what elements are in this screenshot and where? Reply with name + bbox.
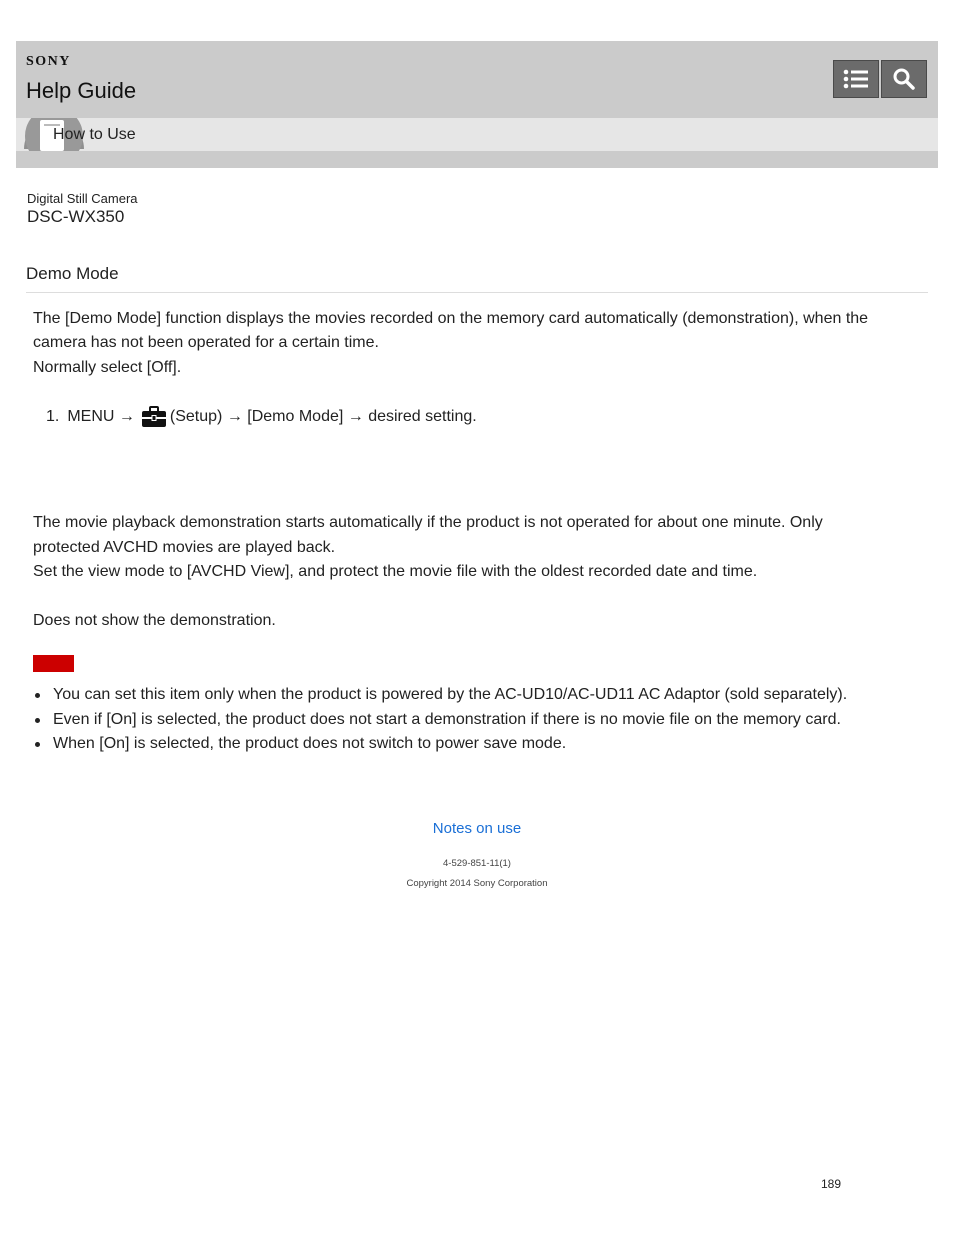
breadcrumb-how-to-use[interactable]: How to Use bbox=[53, 126, 136, 144]
note-text: You can set this item only when the prod… bbox=[53, 686, 848, 703]
note-text: When [On] is selected, the product does … bbox=[53, 735, 567, 752]
list-icon bbox=[843, 69, 868, 89]
on-description-line-3: Set the view mode to [AVCHD View], and p… bbox=[33, 563, 758, 580]
help-guide-title: Help Guide bbox=[26, 78, 137, 103]
step-text-setup: (Setup) → [Demo Mode] → desired setting. bbox=[169, 408, 477, 425]
off-description: Does not show the demonstration. bbox=[33, 612, 276, 629]
intro-line-2: camera has not been operated for a certa… bbox=[33, 334, 379, 351]
note-marker bbox=[33, 655, 74, 672]
bullet-icon bbox=[35, 717, 40, 723]
related-link-notes-on-use[interactable]: Notes on use bbox=[0, 820, 954, 837]
on-description-line-1: The movie playback demonstration starts … bbox=[33, 514, 823, 531]
header-bar: SONY Help Guide bbox=[16, 41, 938, 118]
toolbox-icon bbox=[141, 406, 166, 427]
search-icon bbox=[893, 68, 915, 90]
intro-line-3: Normally select [Off]. bbox=[33, 359, 182, 376]
bullet-icon bbox=[35, 742, 40, 747]
table-of-contents-button[interactable] bbox=[833, 60, 879, 98]
notes-list: You can set this item only when the prod… bbox=[33, 683, 847, 757]
step-number: 1. bbox=[46, 408, 60, 425]
subbar-divider bbox=[16, 151, 938, 168]
page-number: 189 bbox=[821, 1177, 842, 1191]
procedure-step: 1. MENU → (Setup) → [Demo Mode] → desire… bbox=[46, 405, 477, 429]
document-code: 4-529-851-11(1) bbox=[443, 858, 511, 869]
list-item: When [On] is selected, the product does … bbox=[33, 732, 847, 757]
breadcrumb: How to Use bbox=[16, 118, 938, 151]
intro-line-1: The [Demo Mode] function displays the mo… bbox=[33, 310, 869, 327]
product-type: Digital Still Camera bbox=[27, 191, 138, 206]
list-item: Even if [On] is selected, the product do… bbox=[33, 708, 847, 733]
search-button[interactable] bbox=[881, 60, 927, 98]
step-text-menu: MENU → bbox=[67, 408, 135, 425]
on-description-line-2: protected AVCHD movies are played back. bbox=[33, 539, 336, 556]
sony-logo: SONY bbox=[26, 54, 71, 69]
note-text: Even if [On] is selected, the product do… bbox=[53, 710, 841, 728]
bullet-icon bbox=[35, 693, 40, 698]
page-title: Demo Mode bbox=[26, 264, 119, 283]
copyright: Copyright 2014 Sony Corporation bbox=[406, 878, 548, 889]
list-item: You can set this item only when the prod… bbox=[33, 683, 847, 708]
product-model: DSC-WX350 bbox=[27, 207, 125, 226]
title-divider bbox=[26, 292, 928, 293]
